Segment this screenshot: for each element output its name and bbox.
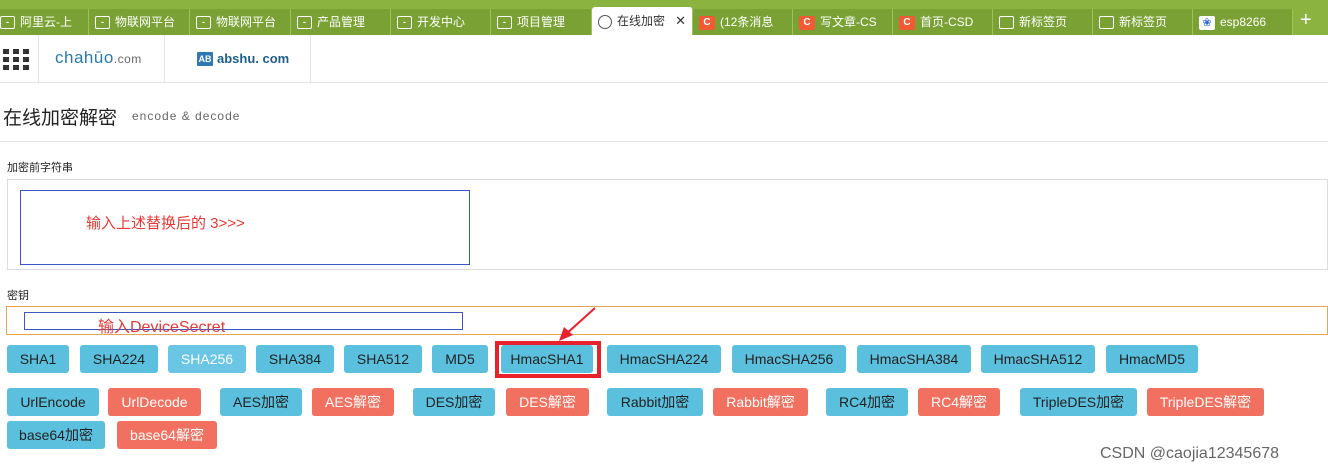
site-header: chahūo.com AB abshu. com: [0, 35, 1328, 83]
base64-decrypt-button[interactable]: base64解密: [117, 421, 217, 449]
tab-encrypt-active[interactable]: 在线加密 ✕: [592, 7, 693, 35]
tab-iot-2[interactable]: - 物联网平台: [190, 9, 291, 35]
bracket-icon: -: [0, 16, 15, 30]
hmacsha384-button[interactable]: HmacSHA384: [857, 345, 971, 373]
newtab-icon: [999, 16, 1014, 30]
page-subtitle: encode & decode: [132, 109, 241, 123]
urldecode-button[interactable]: UrlDecode: [108, 388, 201, 416]
csdn-icon: C: [899, 15, 915, 30]
close-icon[interactable]: ✕: [675, 7, 686, 35]
tab-csdn-msg[interactable]: C (12条消息: [693, 9, 793, 35]
hmacsha256-button[interactable]: HmacSHA256: [732, 345, 846, 373]
hmacsha512-button[interactable]: HmacSHA512: [981, 345, 1095, 373]
tab-newtab-1[interactable]: 新标签页: [993, 9, 1093, 35]
annotation-box: [24, 312, 463, 330]
rc4-decrypt-button[interactable]: RC4解密: [918, 388, 1000, 416]
tab-devcenter[interactable]: - 开发中心: [391, 9, 491, 35]
annotation-text: 输入DeviceSecret: [98, 319, 226, 336]
tab-esp8266[interactable]: ❀ esp8266: [1193, 9, 1293, 35]
bracket-icon: -: [497, 16, 512, 30]
urlencode-button[interactable]: UrlEncode: [7, 388, 99, 416]
highlight-frame: [495, 341, 601, 378]
tab-csdn-write[interactable]: C 写文章-CS: [793, 9, 893, 35]
des-decrypt-button[interactable]: DES解密: [506, 388, 589, 416]
annotation-text: 输入上述替换后的 3>>>: [86, 215, 245, 232]
header-divider: [38, 35, 39, 82]
chahuo-logo[interactable]: chahūo.com: [55, 48, 142, 68]
bracket-icon: -: [297, 16, 312, 30]
annotation-arrow-icon: [559, 307, 596, 341]
title-divider: [0, 141, 1328, 142]
des-encrypt-button[interactable]: DES加密: [413, 388, 495, 416]
tab-aliyun[interactable]: - 阿里云-上: [0, 9, 89, 35]
tab-product[interactable]: - 产品管理: [291, 9, 391, 35]
csdn-watermark: CSDN @caojia12345678: [1100, 445, 1280, 462]
base64-encrypt-button[interactable]: base64加密: [7, 421, 105, 449]
key-label: 密钥: [7, 290, 29, 302]
bracket-icon: -: [196, 16, 211, 30]
tripledes-encrypt-button[interactable]: TripleDES加密: [1020, 388, 1137, 416]
rabbit-decrypt-button[interactable]: Rabbit解密: [713, 388, 808, 416]
md5-button[interactable]: MD5: [432, 345, 488, 373]
tab-iot-1[interactable]: - 物联网平台: [89, 9, 190, 35]
rc4-encrypt-button[interactable]: RC4加密: [826, 388, 908, 416]
header-divider: [310, 35, 311, 82]
rabbit-encrypt-button[interactable]: Rabbit加密: [607, 388, 703, 416]
hmacmd5-button[interactable]: HmacMD5: [1106, 345, 1198, 373]
bracket-icon: -: [397, 16, 412, 30]
sha224-button[interactable]: SHA224: [80, 345, 158, 373]
hmacsha224-button[interactable]: HmacSHA224: [607, 345, 721, 373]
newtab-icon: [1099, 16, 1114, 30]
abshu-badge-icon: AB: [197, 52, 213, 66]
plaintext-label: 加密前字符串: [7, 162, 73, 174]
tab-newtab-2[interactable]: 新标签页: [1093, 9, 1193, 35]
bracket-icon: -: [95, 16, 110, 30]
sha1-button[interactable]: SHA1: [7, 345, 69, 373]
tab-project[interactable]: - 项目管理: [491, 9, 592, 35]
header-divider: [164, 35, 165, 82]
new-tab-button[interactable]: +: [1300, 8, 1312, 32]
csdn-icon: C: [799, 15, 815, 30]
sha256-button[interactable]: SHA256: [168, 345, 246, 373]
grid-menu-icon[interactable]: [3, 49, 30, 70]
page-title: 在线加密解密: [3, 108, 118, 129]
baidu-paw-icon: ❀: [1199, 15, 1215, 30]
tab-csdn-home[interactable]: C 首页-CSD: [893, 9, 993, 35]
sha384-button[interactable]: SHA384: [256, 345, 334, 373]
browser-tab-bar: - 阿里云-上 - 物联网平台 - 物联网平台 - 产品管理 - 开发中心 - 项目管理 在…: [0, 0, 1328, 35]
abshu-logo[interactable]: AB abshu. com: [197, 51, 289, 66]
csdn-icon: C: [699, 15, 715, 30]
aes-decrypt-button[interactable]: AES解密: [312, 388, 394, 416]
sha512-button[interactable]: SHA512: [344, 345, 422, 373]
tripledes-decrypt-button[interactable]: TripleDES解密: [1147, 388, 1264, 416]
aes-encrypt-button[interactable]: AES加密: [220, 388, 302, 416]
globe-icon: [598, 14, 612, 29]
